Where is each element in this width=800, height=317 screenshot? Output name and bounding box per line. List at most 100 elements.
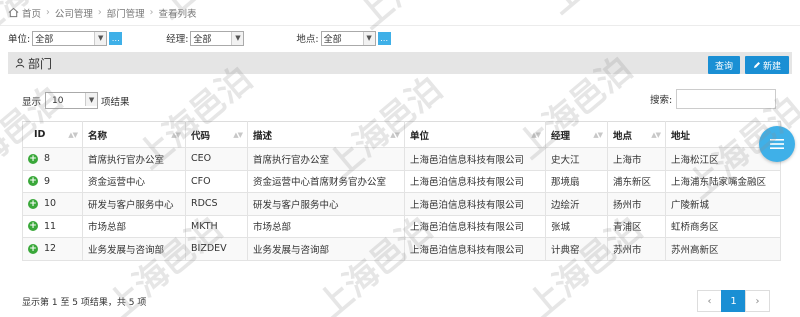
page-length-value: 10 — [52, 95, 64, 106]
column-header-description[interactable]: 描述 ▲▼ — [247, 121, 405, 148]
panel-title-text: 部门 — [28, 56, 53, 71]
table-cell: 张城 — [545, 215, 608, 238]
sort-icon: ▲▼ — [593, 131, 603, 139]
table-cell: MKTH — [185, 215, 248, 238]
column-header-label: 代码 — [191, 130, 211, 142]
table-row[interactable]: +11 市场总部 MKTH 市场总部 上海邑泊信息科技有限公司 张城 青浦区 虹桥商务区 — [22, 215, 781, 238]
new-button[interactable]: 新建 — [745, 56, 789, 74]
table-cell: 苏州高新区 — [665, 237, 781, 261]
table-header-row: ID ▲▼ 名称 ▲▼ 代码 ▲▼ 描述 ▲▼ 单位 ▲▼ 经理 ▲▼ 地点 ▲▼ 地址 — [22, 121, 781, 148]
filter-location-button[interactable]: … — [377, 31, 391, 45]
next-page-button[interactable]: › — [745, 290, 770, 312]
breadcrumb-separator: › — [149, 7, 154, 18]
filter-manager: 经理: 全部 ▼ — [166, 30, 245, 46]
expand-row-icon[interactable]: + — [28, 221, 38, 232]
filter-manager-value: 全部 — [193, 34, 212, 45]
cell-id: +10 — [22, 192, 83, 216]
sort-icon: ▲▼ — [68, 131, 78, 139]
table-cell: 市场总部 — [247, 215, 405, 238]
column-header-code[interactable]: 代码 ▲▼ — [185, 121, 248, 148]
table-cell: CEO — [185, 147, 248, 171]
table-cell: 研发与客户服务中心 — [82, 192, 186, 216]
table-cell: 青浦区 — [607, 215, 666, 238]
table-cell: 上海市 — [607, 147, 666, 171]
expand-row-icon[interactable]: + — [28, 176, 38, 187]
query-button[interactable]: 查询 — [708, 56, 740, 74]
cell-id: +8 — [22, 147, 83, 171]
table-cell: 上海浦东陆家嘴金融区 — [665, 170, 781, 193]
page-length-prefix: 显示 — [22, 96, 42, 108]
page-1-button[interactable]: 1 — [721, 290, 746, 312]
filter-unit: 单位: 全部 ▼ … — [8, 30, 123, 46]
column-header-label: 经理 — [551, 130, 571, 142]
table-cell: 资金运营中心 — [82, 170, 186, 193]
table-cell: 边绘沂 — [545, 192, 608, 216]
expand-row-icon[interactable]: + — [28, 198, 38, 209]
page-length-select[interactable]: 10 ▼ — [45, 92, 99, 109]
chevron-down-icon: ▼ — [94, 31, 107, 45]
expand-row-icon[interactable]: + — [28, 153, 38, 164]
cell-id: +9 — [22, 170, 83, 193]
chevron-down-icon: ▼ — [362, 31, 375, 45]
cell-text: 9 — [44, 175, 51, 187]
cell-text: 10 — [44, 198, 57, 210]
column-header-manager[interactable]: 经理 ▲▼ — [545, 121, 608, 148]
table-row[interactable]: +9 资金运营中心 CFO 资金运营中心首席财务官办公室 上海邑泊信息科技有限公司 那境扇… — [22, 170, 781, 193]
floating-menu-button[interactable] — [759, 126, 795, 162]
breadcrumb: 首页 › 公司管理 › 部门管理 › 查看列表 — [0, 0, 800, 26]
breadcrumb-home[interactable]: 首页 — [22, 6, 41, 20]
filter-bar: 单位: 全部 ▼ … 经理: 全部 ▼ 地点: 全部 ▼ … — [0, 26, 800, 50]
filter-unit-value: 全部 — [35, 34, 54, 45]
page-length-suffix: 项结果 — [101, 96, 130, 108]
column-header-label: ID — [34, 129, 46, 140]
filter-unit-select[interactable]: 全部 ▼ — [32, 30, 108, 46]
home-icon[interactable] — [8, 7, 19, 18]
column-header-label: 单位 — [410, 130, 430, 142]
table-cell: 资金运营中心首席财务官办公室 — [247, 170, 405, 193]
sort-icon: ▲▼ — [531, 131, 541, 139]
column-header-label: 地点 — [613, 130, 633, 142]
table-cell: 首席执行官办公室 — [247, 147, 405, 171]
cell-text: 11 — [44, 220, 57, 232]
table-cell: 研发与客户服务中心 — [247, 192, 405, 216]
table-cell: 扬州市 — [607, 192, 666, 216]
prev-page-button[interactable]: ‹ — [697, 290, 722, 312]
column-header-location[interactable]: 地点 ▲▼ — [607, 121, 666, 148]
department-table: ID ▲▼ 名称 ▲▼ 代码 ▲▼ 描述 ▲▼ 单位 ▲▼ 经理 ▲▼ 地点 ▲▼ 地址 +8… — [22, 121, 781, 261]
column-header-unit[interactable]: 单位 ▲▼ — [404, 121, 546, 148]
table-info: 显示第 1 至 5 项结果，共 5 项 — [22, 298, 147, 308]
table-cell: 计典窑 — [545, 237, 608, 261]
expand-row-icon[interactable]: + — [28, 243, 38, 254]
search-box: 搜索: — [650, 89, 777, 109]
table-cell: 浦东新区 — [607, 170, 666, 193]
panel-header: 部门 查询 新建 — [8, 52, 792, 74]
search-input[interactable] — [676, 89, 777, 109]
table-cell: 业务发展与咨询部 — [82, 237, 186, 261]
table-cell: 上海邑泊信息科技有限公司 — [404, 147, 546, 171]
table-row[interactable]: +10 研发与客户服务中心 RDCS 研发与客户服务中心 上海邑泊信息科技有限公司 边绘沂… — [22, 192, 781, 216]
filter-location-label: 地点: — [296, 34, 319, 45]
filter-unit-button[interactable]: … — [109, 31, 123, 45]
table-body: +8 首席执行官办公室 CEO 首席执行官办公室 上海邑泊信息科技有限公司 史大江 上海市上… — [22, 147, 781, 261]
sort-icon: ▲▼ — [651, 131, 661, 139]
cell-text: 8 — [44, 153, 51, 165]
table-row[interactable]: +12 业务发展与咨询部 BIZDEV 业务发展与咨询部 上海邑泊信息科技有限公司 计典窑… — [22, 237, 781, 261]
breadcrumb-company[interactable]: 公司管理 — [55, 6, 93, 20]
column-header-name[interactable]: 名称 ▲▼ — [82, 121, 186, 148]
table-cell: 业务发展与咨询部 — [247, 237, 405, 261]
column-header-label: 地址 — [671, 130, 691, 142]
filter-location: 地点: 全部 ▼ … — [296, 30, 391, 46]
table-cell: 上海邑泊信息科技有限公司 — [404, 192, 546, 216]
page-length: 显示 10 ▼ 项结果 — [22, 92, 130, 109]
filter-manager-select[interactable]: 全部 ▼ — [190, 30, 245, 46]
table-cell: BIZDEV — [185, 237, 248, 261]
table-cell: 上海邑泊信息科技有限公司 — [404, 170, 546, 193]
table-row[interactable]: +8 首席执行官办公室 CEO 首席执行官办公室 上海邑泊信息科技有限公司 史大江 上海市上… — [22, 147, 781, 171]
sort-icon: ▲▼ — [233, 131, 243, 139]
breadcrumb-department[interactable]: 部门管理 — [107, 6, 145, 20]
column-header-id[interactable]: ID ▲▼ — [22, 121, 83, 148]
filter-location-value: 全部 — [323, 34, 342, 45]
table-cell: 市场总部 — [82, 215, 186, 238]
table-cell: 上海邑泊信息科技有限公司 — [404, 237, 546, 261]
filter-location-select[interactable]: 全部 ▼ — [320, 30, 376, 46]
